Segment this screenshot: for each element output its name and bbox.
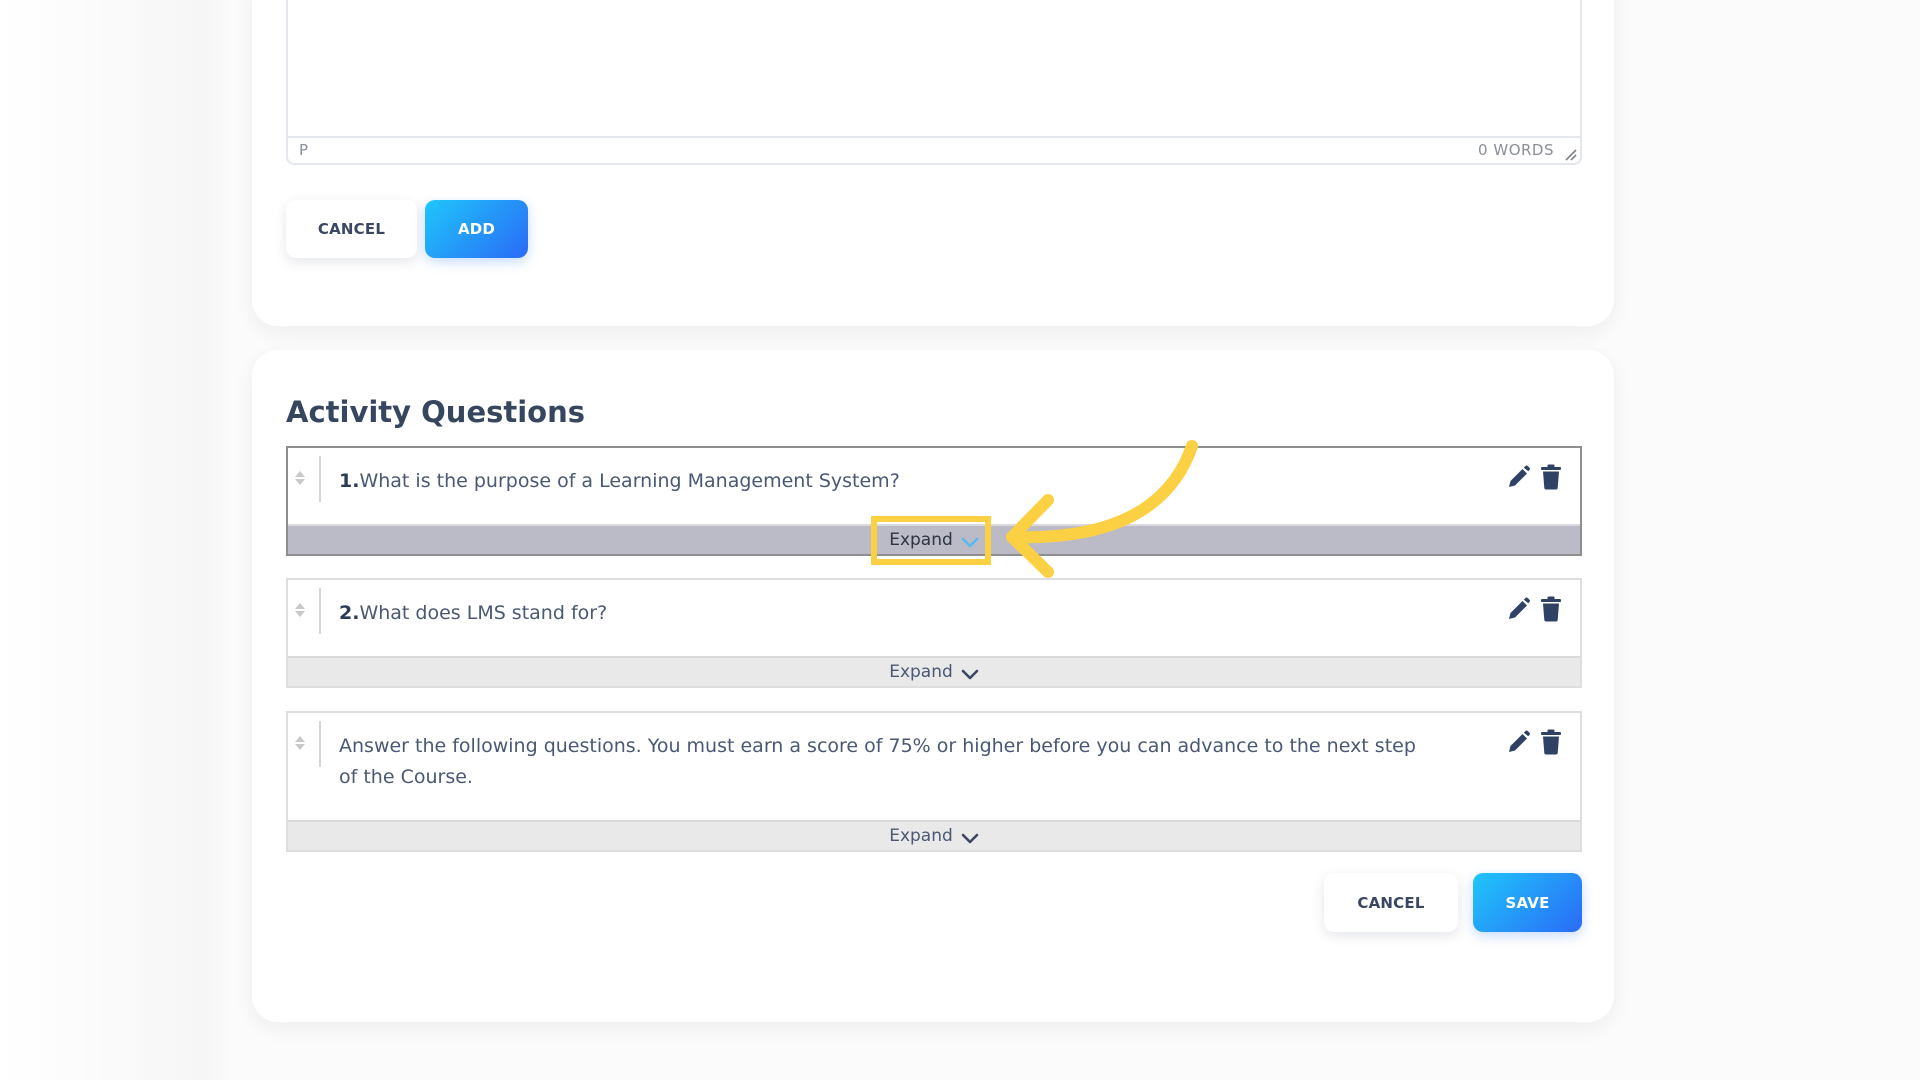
question-item: 2.What does LMS stand for? Expand — [286, 578, 1582, 688]
drag-handle-icon[interactable] — [294, 602, 306, 618]
chevron-down-icon — [961, 666, 979, 680]
question-actions — [1506, 729, 1564, 755]
trash-icon[interactable] — [1540, 596, 1564, 622]
drag-handle-icon[interactable] — [294, 735, 306, 751]
cancel-button[interactable]: CANCEL — [1324, 873, 1458, 932]
question-number: 2. — [339, 602, 360, 624]
resize-handle-icon[interactable] — [1563, 147, 1577, 161]
chevron-down-icon — [961, 830, 979, 844]
expand-toggle[interactable]: Expand — [288, 656, 1580, 686]
cancel-button[interactable]: CANCEL — [286, 200, 417, 258]
question-actions — [1506, 596, 1564, 622]
pencil-icon[interactable] — [1506, 464, 1530, 490]
question-item: Answer the following questions. You must… — [286, 711, 1582, 852]
expand-label: Expand — [889, 826, 953, 846]
rich-text-editor[interactable]: P 0 WORDS — [286, 0, 1582, 165]
background — [0, 0, 230, 1080]
expand-toggle[interactable]: Expand — [288, 820, 1580, 850]
add-button[interactable]: ADD — [425, 200, 528, 258]
trash-icon[interactable] — [1540, 464, 1564, 490]
question-number: 1. — [339, 470, 360, 492]
element-path[interactable]: P — [299, 141, 308, 159]
page: P 0 WORDS CANCEL ADD Activity Questions … — [0, 0, 1920, 1080]
question-label: Answer the following questions. You must… — [339, 735, 1416, 788]
question-item: 1.What is the purpose of a Learning Mana… — [286, 446, 1582, 556]
chevron-down-icon — [961, 534, 979, 548]
editor-status-bar: P 0 WORDS — [288, 136, 1580, 163]
word-count: 0 WORDS — [1478, 141, 1554, 159]
question-text: 1.What is the purpose of a Learning Mana… — [339, 466, 1420, 497]
expand-label: Expand — [889, 530, 953, 550]
question-actions — [1506, 464, 1564, 490]
pencil-icon[interactable] — [1506, 729, 1530, 755]
trash-icon[interactable] — [1540, 729, 1564, 755]
question-label: What does LMS stand for? — [359, 602, 608, 624]
question-label: What is the purpose of a Learning Manage… — [359, 470, 900, 492]
pencil-icon[interactable] — [1506, 596, 1530, 622]
divider — [319, 588, 321, 634]
drag-handle-icon[interactable] — [294, 470, 306, 486]
save-button[interactable]: SAVE — [1473, 873, 1582, 932]
question-text: Answer the following questions. You must… — [339, 731, 1420, 793]
expand-label: Expand — [889, 662, 953, 682]
divider — [319, 721, 321, 767]
question-text: 2.What does LMS stand for? — [339, 598, 1420, 629]
section-title: Activity Questions — [286, 395, 586, 429]
divider — [319, 456, 321, 502]
expand-toggle[interactable]: Expand — [288, 524, 1580, 554]
